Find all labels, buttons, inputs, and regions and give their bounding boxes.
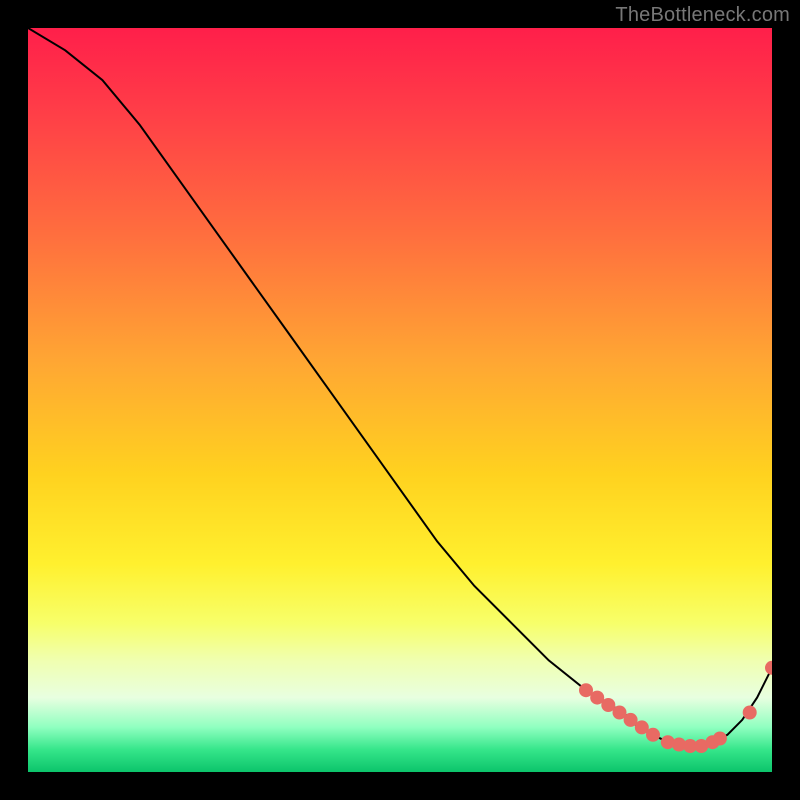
data-point	[646, 728, 660, 742]
data-point	[635, 720, 649, 734]
data-point	[743, 706, 757, 720]
chart-svg	[28, 28, 772, 772]
data-point	[706, 735, 720, 749]
data-point	[613, 706, 627, 720]
data-point	[624, 713, 638, 727]
data-point	[672, 738, 686, 752]
watermark-text: TheBottleneck.com	[615, 4, 790, 27]
data-point	[661, 735, 675, 749]
data-point	[590, 691, 604, 705]
data-point	[765, 661, 772, 675]
data-point	[713, 732, 727, 746]
curve-line	[28, 28, 772, 746]
data-point	[683, 739, 697, 753]
data-points	[579, 661, 772, 753]
chart-stage: TheBottleneck.com	[0, 0, 800, 800]
data-point	[601, 698, 615, 712]
data-point	[579, 683, 593, 697]
data-point	[694, 739, 708, 753]
chart-plot-area	[28, 28, 772, 772]
